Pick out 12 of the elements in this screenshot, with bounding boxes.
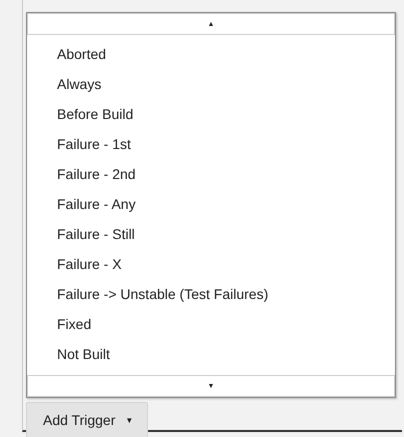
menu-item[interactable]: Failure - Any bbox=[27, 189, 395, 219]
menu-item[interactable]: Failure - 1st bbox=[27, 129, 395, 159]
menu-item[interactable]: Failure - 2nd bbox=[27, 159, 395, 189]
menu-item[interactable]: Before Build bbox=[27, 99, 395, 129]
add-trigger-button[interactable]: Add Trigger ▼ bbox=[26, 402, 148, 437]
menu-item[interactable]: Not Built bbox=[27, 339, 395, 369]
menu-item[interactable]: Failure - X bbox=[27, 249, 395, 279]
menu-item[interactable]: Failure - Still bbox=[27, 219, 395, 249]
menu-item[interactable]: Always bbox=[27, 69, 395, 99]
menu-item[interactable]: Failure -> Unstable (Test Failures) bbox=[27, 279, 395, 309]
menu-item[interactable]: Aborted bbox=[27, 39, 395, 69]
menu-item[interactable]: Fixed bbox=[27, 309, 395, 339]
